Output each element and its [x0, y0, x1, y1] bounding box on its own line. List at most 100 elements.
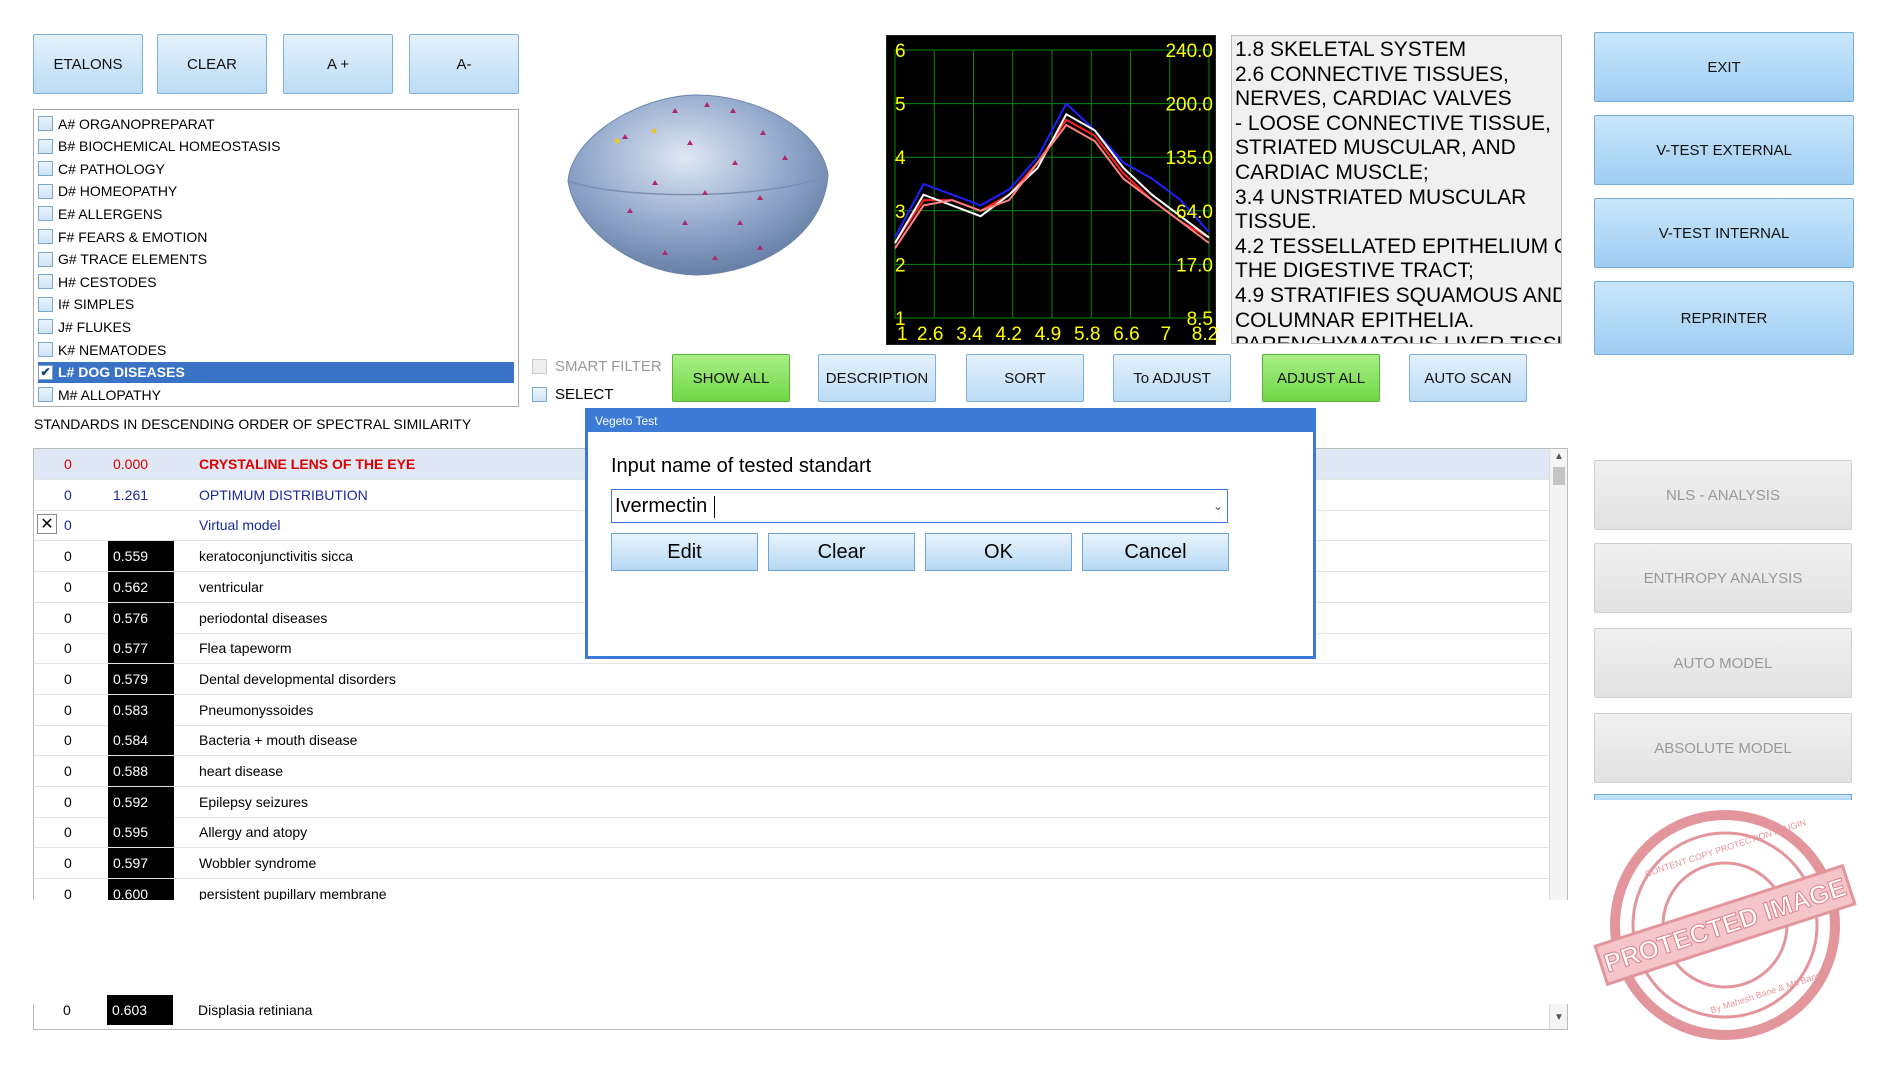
category-label: A# ORGANOPREPARAT — [58, 115, 215, 132]
dialog-clear-button[interactable]: Clear — [768, 533, 915, 571]
table-row[interactable]: 0 0.597 Wobbler syndrome — [34, 848, 1549, 880]
checkbox-icon[interactable] — [38, 183, 53, 199]
description-line: COLUMNAR EPITHELIA. — [1235, 308, 1475, 332]
y-left-tick-label: 5 — [895, 95, 906, 116]
scroll-up-icon[interactable]: ▲ — [1550, 451, 1567, 465]
category-label: M# ALLOPATHY — [58, 386, 161, 403]
checkbox-icon[interactable] — [38, 229, 53, 244]
standard-name: CRYSTALINE LENS OF THE EYE — [199, 456, 416, 472]
scroll-down-icon[interactable]: ▼ — [1550, 1012, 1567, 1026]
category-item[interactable]: J# FLUKES — [38, 316, 514, 337]
category-item[interactable]: G# TRACE ELEMENTS — [38, 249, 514, 270]
standard-name: Allergy and atopy — [199, 824, 308, 841]
y-right-tick-label: 200.0 — [1165, 95, 1213, 116]
row-count: 0 — [64, 609, 72, 626]
description-line: CARDIAC MUSCLE; — [1235, 160, 1429, 184]
checkbox-icon — [532, 359, 547, 374]
category-item[interactable]: M# ALLOPATHY — [38, 384, 514, 405]
description-line: THE DIGESTIVE TRACT; — [1235, 259, 1474, 283]
smart-filter-label: SMART FILTER — [555, 358, 662, 375]
cancel-button[interactable]: Cancel — [1082, 533, 1229, 571]
checkbox-icon[interactable] — [38, 116, 53, 131]
standard-name: keratoconjunctivitis sicca — [199, 548, 354, 565]
checkbox-icon[interactable] — [38, 319, 53, 335]
category-item[interactable]: ✔ L# DOG DISEASES — [38, 361, 514, 383]
ok-button[interactable]: OK — [925, 533, 1072, 571]
smart-filter-checkbox[interactable]: SMART FILTER — [532, 358, 662, 375]
exit-button[interactable]: EXIT — [1594, 32, 1854, 102]
v-test-internal-button[interactable]: V-TEST INTERNAL — [1594, 198, 1854, 268]
table-row[interactable]: 0 0.588 heart disease — [34, 756, 1549, 787]
category-item[interactable]: E# ALLERGENS — [38, 203, 514, 224]
to-adjust-button[interactable]: To ADJUST — [1113, 354, 1231, 402]
category-label: I# SIMPLES — [58, 296, 135, 313]
close-icon[interactable]: ✕ — [37, 514, 57, 535]
category-item[interactable]: D# HOMEOPATHY — [38, 181, 514, 202]
category-label: D# HOMEOPATHY — [58, 183, 178, 200]
table-row[interactable]: 0 0.584 Bacteria + mouth disease — [34, 725, 1549, 757]
table-row[interactable]: 0 0.583 Pneumonyssoides — [34, 694, 1549, 726]
category-label: E# ALLERGENS — [58, 205, 163, 222]
select-checkbox[interactable]: SELECT — [532, 386, 613, 403]
checkbox-icon[interactable] — [38, 296, 53, 312]
checkbox-icon[interactable] — [38, 138, 53, 154]
y-left-tick-label: 2 — [895, 255, 906, 276]
etalons-button[interactable]: ETALONS — [33, 34, 143, 94]
table-row[interactable]: 0 0.603 Displasia retiniana — [33, 995, 1548, 1025]
checkbox-icon[interactable] — [38, 342, 53, 357]
checkbox-icon[interactable] — [38, 161, 53, 177]
v-test-external-button[interactable]: V-TEST EXTERNAL — [1594, 115, 1854, 185]
similarity-value: 0.584 — [108, 725, 174, 756]
blank-band — [0, 900, 1580, 1004]
similarity-value: 0.577 — [108, 633, 174, 664]
y-left-tick-label: 4 — [895, 148, 906, 169]
category-item[interactable]: C# PATHOLOGY — [38, 158, 514, 179]
adjust-all-button[interactable]: ADJUST ALL — [1262, 354, 1380, 402]
auto-scan-button[interactable]: AUTO SCAN — [1409, 354, 1527, 402]
a-plus-button[interactable]: A + — [283, 34, 393, 94]
category-item[interactable]: H# CESTODES — [38, 271, 514, 292]
a-minus-button[interactable]: A- — [409, 34, 519, 94]
description-button[interactable]: DESCRIPTION — [818, 354, 936, 402]
x-tick-label: 5.8 — [1074, 324, 1100, 345]
x-tick-label: 1 — [897, 324, 908, 345]
x-tick-label: 6.6 — [1113, 324, 1139, 345]
row-count: 0 — [64, 548, 72, 565]
category-item[interactable]: B# BIOCHEMICAL HOMEOSTASIS — [38, 136, 514, 157]
standard-name: ventricular — [199, 578, 264, 595]
show-all-button[interactable]: SHOW ALL — [672, 354, 790, 402]
similarity-value: 0.000 — [113, 456, 149, 472]
table-row[interactable]: 0 0.592 Epilepsy seizures — [34, 786, 1549, 818]
auto-model-button[interactable]: AUTO MODEL — [1594, 628, 1852, 698]
standard-name-input[interactable]: Ivermectin ⌄ — [611, 489, 1228, 523]
table-row[interactable]: 0 0.595 Allergy and atopy — [34, 817, 1549, 849]
absolute-model-button[interactable]: ABSOLUTE MODEL — [1594, 713, 1852, 783]
category-item[interactable]: K# NEMATODES — [38, 339, 514, 360]
category-item[interactable]: A# ORGANOPREPARAT — [38, 113, 514, 134]
clear-button[interactable]: CLEAR — [157, 34, 267, 94]
checkbox-checked-icon[interactable]: ✔ — [38, 364, 53, 380]
scroll-thumb[interactable] — [1553, 467, 1565, 485]
y-left-tick-label: 6 — [895, 41, 906, 62]
checkbox-icon[interactable] — [38, 206, 53, 222]
row-count: 0 — [64, 670, 72, 687]
chevron-down-icon[interactable]: ⌄ — [1213, 490, 1223, 522]
sort-button[interactable]: SORT — [966, 354, 1084, 402]
row-count: 0 — [64, 486, 72, 503]
category-item[interactable]: I# SIMPLES — [38, 294, 514, 315]
edit-button[interactable]: Edit — [611, 533, 758, 571]
spectrum-chart: 6 5 4 3 2 1 240.0 200.0 135.0 64.0 17.0 8.5 1 2.6 3.4 4… — [886, 35, 1218, 345]
description-line: 3.4 UNSTRIATED MUSCULAR — [1235, 185, 1527, 209]
checkbox-icon[interactable] — [38, 274, 53, 290]
category-label: B# BIOCHEMICAL HOMEOSTASIS — [58, 138, 281, 155]
similarity-value: 0.597 — [108, 848, 174, 879]
reprinter-button[interactable]: REPRINTER — [1594, 281, 1854, 355]
nls-analysis-button[interactable]: NLS - ANALYSIS — [1594, 460, 1852, 530]
category-item[interactable]: F# FEARS & EMOTION — [38, 226, 514, 247]
table-row[interactable]: 0 0.579 Dental developmental disorders — [34, 663, 1549, 695]
checkbox-icon[interactable] — [38, 387, 53, 403]
category-list[interactable]: A# ORGANOPREPARAT B# BIOCHEMICAL HOMEOSTA… — [33, 109, 519, 407]
enthropy-analysis-button[interactable]: ENTHROPY ANALYSIS — [1594, 543, 1852, 613]
checkbox-icon[interactable] — [38, 251, 53, 267]
vegeto-test-dialog[interactable]: Vegeto Test Input name of tested standar… — [585, 408, 1316, 659]
